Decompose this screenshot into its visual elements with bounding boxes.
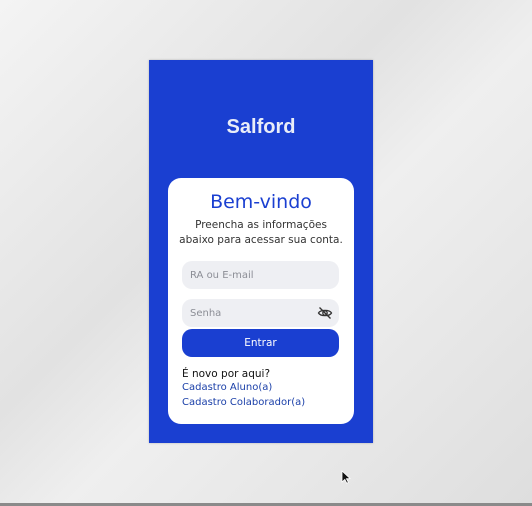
page-subtitle: Preencha as informações abaixo para aces…	[179, 219, 343, 246]
page-title: Bem-vindo	[210, 191, 312, 213]
login-button[interactable]: Entrar	[182, 329, 339, 357]
email-field[interactable]	[182, 261, 339, 289]
register-staff-link[interactable]: Cadastro Colaborador(a)	[182, 396, 305, 410]
password-field-wrapper	[182, 299, 339, 327]
new-user-text: É novo por aqui?	[182, 368, 271, 380]
app-screen: Salford Bem-vindo Preencha as informaçõe…	[149, 60, 373, 443]
eye-off-icon[interactable]	[317, 305, 333, 321]
password-field[interactable]	[182, 299, 339, 327]
login-card: Bem-vindo Preencha as informações abaixo…	[168, 178, 354, 424]
mouse-cursor-icon	[341, 469, 351, 484]
brand-logo: Salford	[226, 116, 296, 138]
register-student-link[interactable]: Cadastro Aluno(a)	[182, 381, 272, 395]
